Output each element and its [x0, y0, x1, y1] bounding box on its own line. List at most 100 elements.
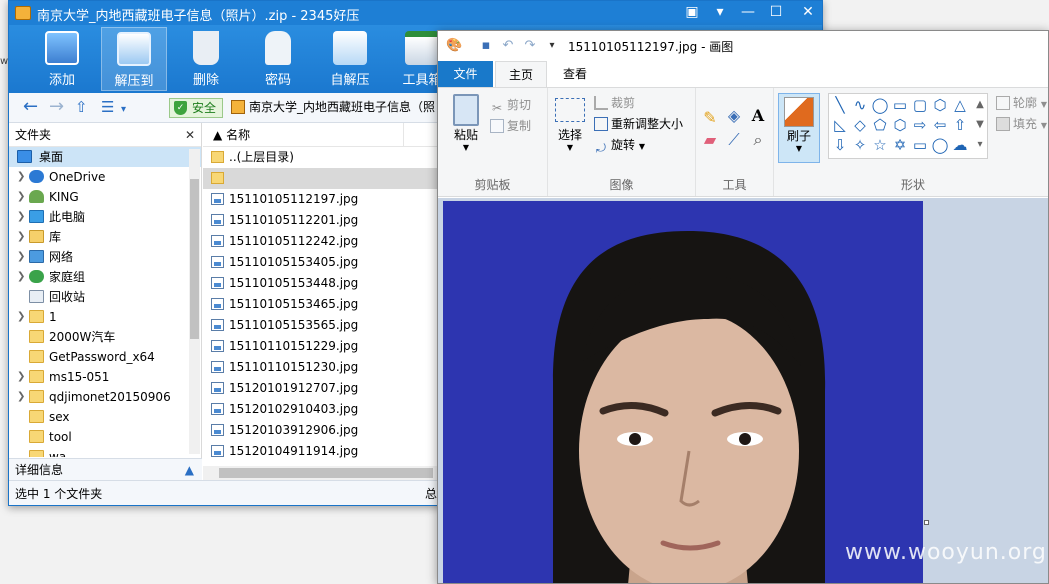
paste-button[interactable]: 粘贴 ▼	[448, 94, 484, 152]
shapes-scroll-down-icon[interactable]: ▼	[971, 116, 989, 134]
tree-item-folder-ms15[interactable]: ❯ ms15-051	[9, 367, 201, 387]
left-arrow-shape-icon[interactable]: ⇦	[931, 116, 949, 134]
six-point-star-shape-icon[interactable]: ✡	[891, 136, 909, 154]
expand-arrow-icon[interactable]: ❯	[17, 207, 25, 227]
expand-arrow-icon[interactable]: ❯	[17, 187, 25, 207]
tree-item-desktop[interactable]: 桌面	[9, 147, 201, 167]
tree-item-library[interactable]: ❯ 库	[9, 227, 201, 247]
hexagon-shape-icon[interactable]: ⬡	[891, 116, 909, 134]
add-button[interactable]: 添加	[29, 27, 95, 91]
polygon-shape-icon[interactable]: ⬡	[931, 96, 949, 114]
resize-button[interactable]: 重新调整大小	[594, 115, 683, 133]
tree-item-folder-getpassword[interactable]: GetPassword_x64	[9, 347, 201, 367]
right-triangle-shape-icon[interactable]: ◺	[831, 116, 849, 134]
collapse-up-icon[interactable]: ▲	[185, 459, 194, 481]
expand-arrow-icon[interactable]: ❯	[17, 307, 25, 327]
tree-item-folder-tool[interactable]: tool	[9, 427, 201, 447]
copy-button[interactable]: 复制	[490, 117, 531, 135]
tree-item-folder-2000w[interactable]: 2000W汽车	[9, 327, 201, 347]
cut-button[interactable]: ✂ 剪切	[490, 96, 531, 115]
password-button[interactable]: 密码	[245, 27, 311, 91]
fill-button[interactable]: 填充 ▼	[996, 115, 1047, 135]
callout-rect-shape-icon[interactable]: ▭	[911, 136, 929, 154]
pencil-icon[interactable]: ✎	[700, 108, 720, 128]
view-dropdown-icon[interactable]: ▾	[121, 101, 126, 119]
outline-button[interactable]: 轮廓 ▼	[996, 94, 1047, 114]
crop-button[interactable]: 裁剪	[594, 94, 635, 112]
view-list-icon[interactable]: ☰	[101, 98, 114, 116]
rounded-rectangle-shape-icon[interactable]: ▢	[911, 96, 929, 114]
triangle-shape-icon[interactable]: △	[951, 96, 969, 114]
minimize-button[interactable]: —	[734, 1, 762, 25]
tree-scrollbar[interactable]	[189, 149, 200, 454]
callout-oval-shape-icon[interactable]: ◯	[931, 136, 949, 154]
tree-item-folder-wa[interactable]: wa	[9, 447, 201, 457]
color-picker-icon[interactable]: ⟋	[724, 130, 744, 150]
tree-item-folder-sex[interactable]: sex	[9, 407, 201, 427]
redo-icon[interactable]: ↷	[522, 38, 538, 54]
shapes-scroll-up-icon[interactable]: ▲	[971, 96, 989, 114]
tree-item-onedrive[interactable]: ❯ OneDrive	[9, 167, 201, 187]
paste-dropdown-icon[interactable]: ▼	[448, 143, 484, 152]
expand-arrow-icon[interactable]: ❯	[17, 387, 25, 407]
expand-arrow-icon[interactable]: ❯	[17, 367, 25, 387]
close-button[interactable]: ✕	[794, 1, 822, 25]
expand-arrow-icon[interactable]: ❯	[17, 247, 25, 267]
tree-item-homegroup[interactable]: ❯ 家庭组	[9, 267, 201, 287]
expand-arrow-icon[interactable]: ❯	[17, 227, 25, 247]
forward-arrow-icon[interactable]: →	[49, 98, 64, 116]
oval-shape-icon[interactable]: ◯	[871, 96, 889, 114]
column-divider[interactable]	[403, 123, 404, 147]
text-tool-icon[interactable]: A	[748, 106, 768, 126]
tree-item-folder-1[interactable]: ❯ 1	[9, 307, 201, 327]
fill-bucket-icon[interactable]: ◈	[724, 106, 744, 126]
shapes-expand-icon[interactable]: ▾	[971, 136, 989, 154]
details-panel-toggle[interactable]: 详细信息 ▲	[9, 458, 202, 480]
expand-arrow-icon[interactable]: ❯	[17, 267, 25, 287]
tree-item-this-pc[interactable]: ❯ 此电脑	[9, 207, 201, 227]
menu-dropdown-icon[interactable]: ▾	[706, 1, 734, 25]
up-arrow-shape-icon[interactable]: ⇧	[951, 116, 969, 134]
tree-item-folder-qdjimonet[interactable]: ❯ qdjimonet20150906	[9, 387, 201, 407]
save-icon[interactable]: ▪	[478, 38, 494, 54]
curve-shape-icon[interactable]: ∿	[851, 96, 869, 114]
undo-icon[interactable]: ↶	[500, 38, 516, 54]
outline-dropdown-icon[interactable]: ▼	[1041, 100, 1047, 109]
message-icon[interactable]: ▣	[678, 1, 706, 25]
magnifier-icon[interactable]: ⌕	[748, 130, 768, 150]
rotate-button[interactable]: ⤾ 旋转 ▼	[594, 136, 645, 156]
paint-title-bar[interactable]: 🎨 ▪ ↶ ↷ ▾ 15110105112197.jpg - 画图	[438, 31, 1048, 61]
tree-item-recycle-bin[interactable]: 回收站	[9, 287, 201, 307]
extract-to-button[interactable]: 解压到	[101, 27, 167, 91]
right-arrow-shape-icon[interactable]: ⇨	[911, 116, 929, 134]
five-point-star-shape-icon[interactable]: ☆	[871, 136, 889, 154]
up-folder-icon[interactable]: ⇧	[75, 98, 88, 116]
delete-button[interactable]: 删除	[173, 27, 239, 91]
tree-scroll-thumb[interactable]	[190, 179, 199, 339]
close-tree-icon[interactable]: ✕	[185, 123, 195, 147]
hscroll-thumb[interactable]	[219, 468, 433, 478]
down-arrow-shape-icon[interactable]: ⇩	[831, 136, 849, 154]
canvas-resize-handle[interactable]	[924, 520, 929, 525]
maximize-button[interactable]: ☐	[762, 1, 790, 25]
diamond-shape-icon[interactable]: ◇	[851, 116, 869, 134]
back-arrow-icon[interactable]: ←	[23, 98, 38, 116]
tree-item-network[interactable]: ❯ 网络	[9, 247, 201, 267]
security-badge[interactable]: ✓ 安全	[169, 98, 224, 118]
zip-title-bar[interactable]: 南京大学_内地西藏班电子信息（照片）.zip - 2345好压 ▣ ▾ — ☐ …	[9, 1, 822, 25]
quick-access-dropdown-icon[interactable]: ▾	[544, 38, 560, 54]
eraser-icon[interactable]: ▰	[700, 130, 720, 150]
tab-home[interactable]: 主页	[495, 61, 547, 87]
self-extract-button[interactable]: 自解压	[317, 27, 383, 91]
tab-file[interactable]: 文件	[438, 61, 493, 87]
rectangle-shape-icon[interactable]: ▭	[891, 96, 909, 114]
select-button[interactable]: 选择 ▼	[552, 94, 588, 152]
line-shape-icon[interactable]: ╲	[831, 96, 849, 114]
column-name-header[interactable]: 名称	[226, 128, 250, 142]
fill-dropdown-icon[interactable]: ▼	[1041, 121, 1047, 130]
tree-item-king[interactable]: ❯ KING	[9, 187, 201, 207]
rotate-dropdown-icon[interactable]: ▼	[639, 142, 645, 151]
expand-arrow-icon[interactable]: ❯	[17, 167, 25, 187]
portrait-photo[interactable]	[443, 201, 923, 583]
four-point-star-shape-icon[interactable]: ✧	[851, 136, 869, 154]
